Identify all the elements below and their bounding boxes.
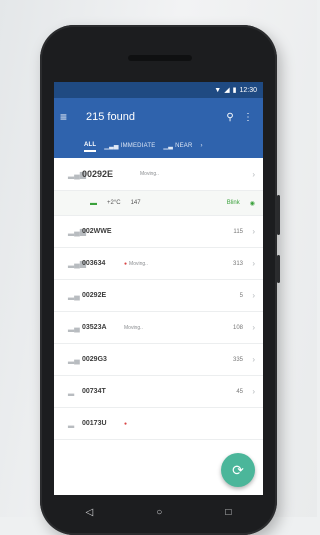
signal-strength-icon: ▂▄ [68,355,80,364]
device-tag: Moving.. [124,325,227,331]
chevron-right-icon: › [200,143,203,149]
chevron-right-icon: › [252,355,255,364]
phone-speaker [128,55,192,61]
results-count-title: 215 found [86,111,135,123]
signal-icon: ▁▃▅ [104,143,119,150]
device-row[interactable]: ▂▄ 00292E 5 › [54,280,263,312]
device-id: 003634 [82,260,106,267]
device-tag-label: Moving.. [140,171,159,177]
phone-device: ▼ ◢ ▮ 12:30 ≡ 215 found ⚲ ⋮ ALL ▁▃▅ IMME… [40,25,280,535]
device-row[interactable]: ▂▄ 03523A Moving.. 108 › [54,312,263,344]
battery-level-icon: ▬ [90,199,97,207]
chevron-right-icon: › [252,227,255,236]
recents-icon[interactable]: □ [225,507,231,518]
signal-strength-icon: ▂▄ [68,291,80,300]
device-distance: 5 [239,292,243,299]
status-time: 12:30 [239,86,257,94]
search-icon[interactable]: ⚲ [221,112,239,123]
status-bar: ▼ ◢ ▮ 12:30 [54,82,263,98]
chevron-right-icon: › [252,387,255,396]
menu-icon[interactable]: ≡ [60,110,78,124]
chevron-right-icon: › [252,259,255,268]
device-row[interactable]: ▂▄ 0029G3 335 › [54,344,263,376]
detail-value: 147 [130,200,141,206]
device-tag-label: Moving.. [124,324,143,331]
tab-near[interactable]: ▁▃ NEAR [163,143,192,152]
cell-signal-icon: ◢ [224,87,230,94]
device-id: 03523A [82,324,107,331]
device-id: 00292E [82,292,107,299]
device-id: 00292E [82,169,114,179]
app-bar: ≡ 215 found ⚲ ⋮ [54,98,263,136]
signal-strength-icon: ▂ [68,387,75,396]
device-distance: 115 [233,228,243,235]
chevron-right-icon: › [252,291,255,300]
device-row[interactable]: ▂▄▆ 00292E Moving.. › [54,158,263,191]
device-tag-label: Moving.. [129,260,148,267]
chevron-right-icon: › [252,323,255,332]
tab-label: ALL [84,142,97,148]
device-distance: 45 [236,388,243,395]
device-id: 002WWE [82,228,112,235]
back-icon[interactable]: ◁ [86,507,94,518]
tab-overflow[interactable]: › [201,143,203,151]
device-detail-panel: ▬ +2°C 147 Blink ◉ [54,191,263,216]
tab-all[interactable]: ALL [84,142,97,152]
device-row[interactable]: ▂▄▆ 002WWE 115 › [54,216,263,248]
device-distance: 335 [232,356,243,363]
signal-strength-icon: ▂▄▆ [68,169,86,179]
blink-icon: ◉ [249,200,255,207]
signal-icon: ▁▃ [163,143,174,150]
alert-dot-icon: ● [124,420,128,427]
detail-temperature: +2°C [107,200,121,206]
wifi-icon: ▼ [214,86,222,94]
android-nav-bar: ◁ ○ □ [54,495,263,529]
device-tag: ● [124,421,227,427]
more-vert-icon[interactable]: ⋮ [239,112,257,123]
signal-strength-icon: ▂▄▆ [68,259,86,268]
tab-label: IMMEDIATE [120,143,156,149]
device-distance: 313 [232,260,243,267]
device-id: 00173U [82,420,107,427]
device-row[interactable]: ▂ 00734T 45 › [54,376,263,408]
blink-button[interactable]: Blink [227,200,240,206]
power-button [277,255,280,283]
refresh-icon: ⟳ [232,461,244,478]
home-icon[interactable]: ○ [156,507,162,518]
chevron-right-icon: › [252,169,255,179]
device-row[interactable]: ▂▄▆ 003634 ● Moving.. 313 › [54,248,263,280]
device-id: 0029G3 [82,356,107,363]
refresh-fab[interactable]: ⟳ [221,453,255,487]
filter-tabs: ALL ▁▃▅ IMMEDIATE ▁▃ NEAR › [54,136,263,158]
volume-button [277,195,280,235]
device-distance: 108 [232,324,243,331]
device-row[interactable]: ▂ 00173U ● [54,408,263,440]
alert-dot-icon: ● [124,260,128,267]
device-tag: Moving.. [140,171,227,177]
signal-strength-icon: ▂▄ [68,323,80,332]
tab-immediate[interactable]: ▁▃▅ IMMEDIATE [104,143,155,152]
device-id: 00734T [82,388,106,395]
tab-label: NEAR [175,143,193,149]
screen: ▼ ◢ ▮ 12:30 ≡ 215 found ⚲ ⋮ ALL ▁▃▅ IMME… [54,82,263,495]
signal-strength-icon: ▂▄▆ [68,227,86,236]
battery-icon: ▮ [232,87,237,94]
signal-strength-icon: ▂ [68,419,75,428]
device-tag: ● Moving.. [124,261,227,267]
device-list: ▂▄▆ 00292E Moving.. › ▬ +2°C 147 Blink ◉… [54,158,263,440]
